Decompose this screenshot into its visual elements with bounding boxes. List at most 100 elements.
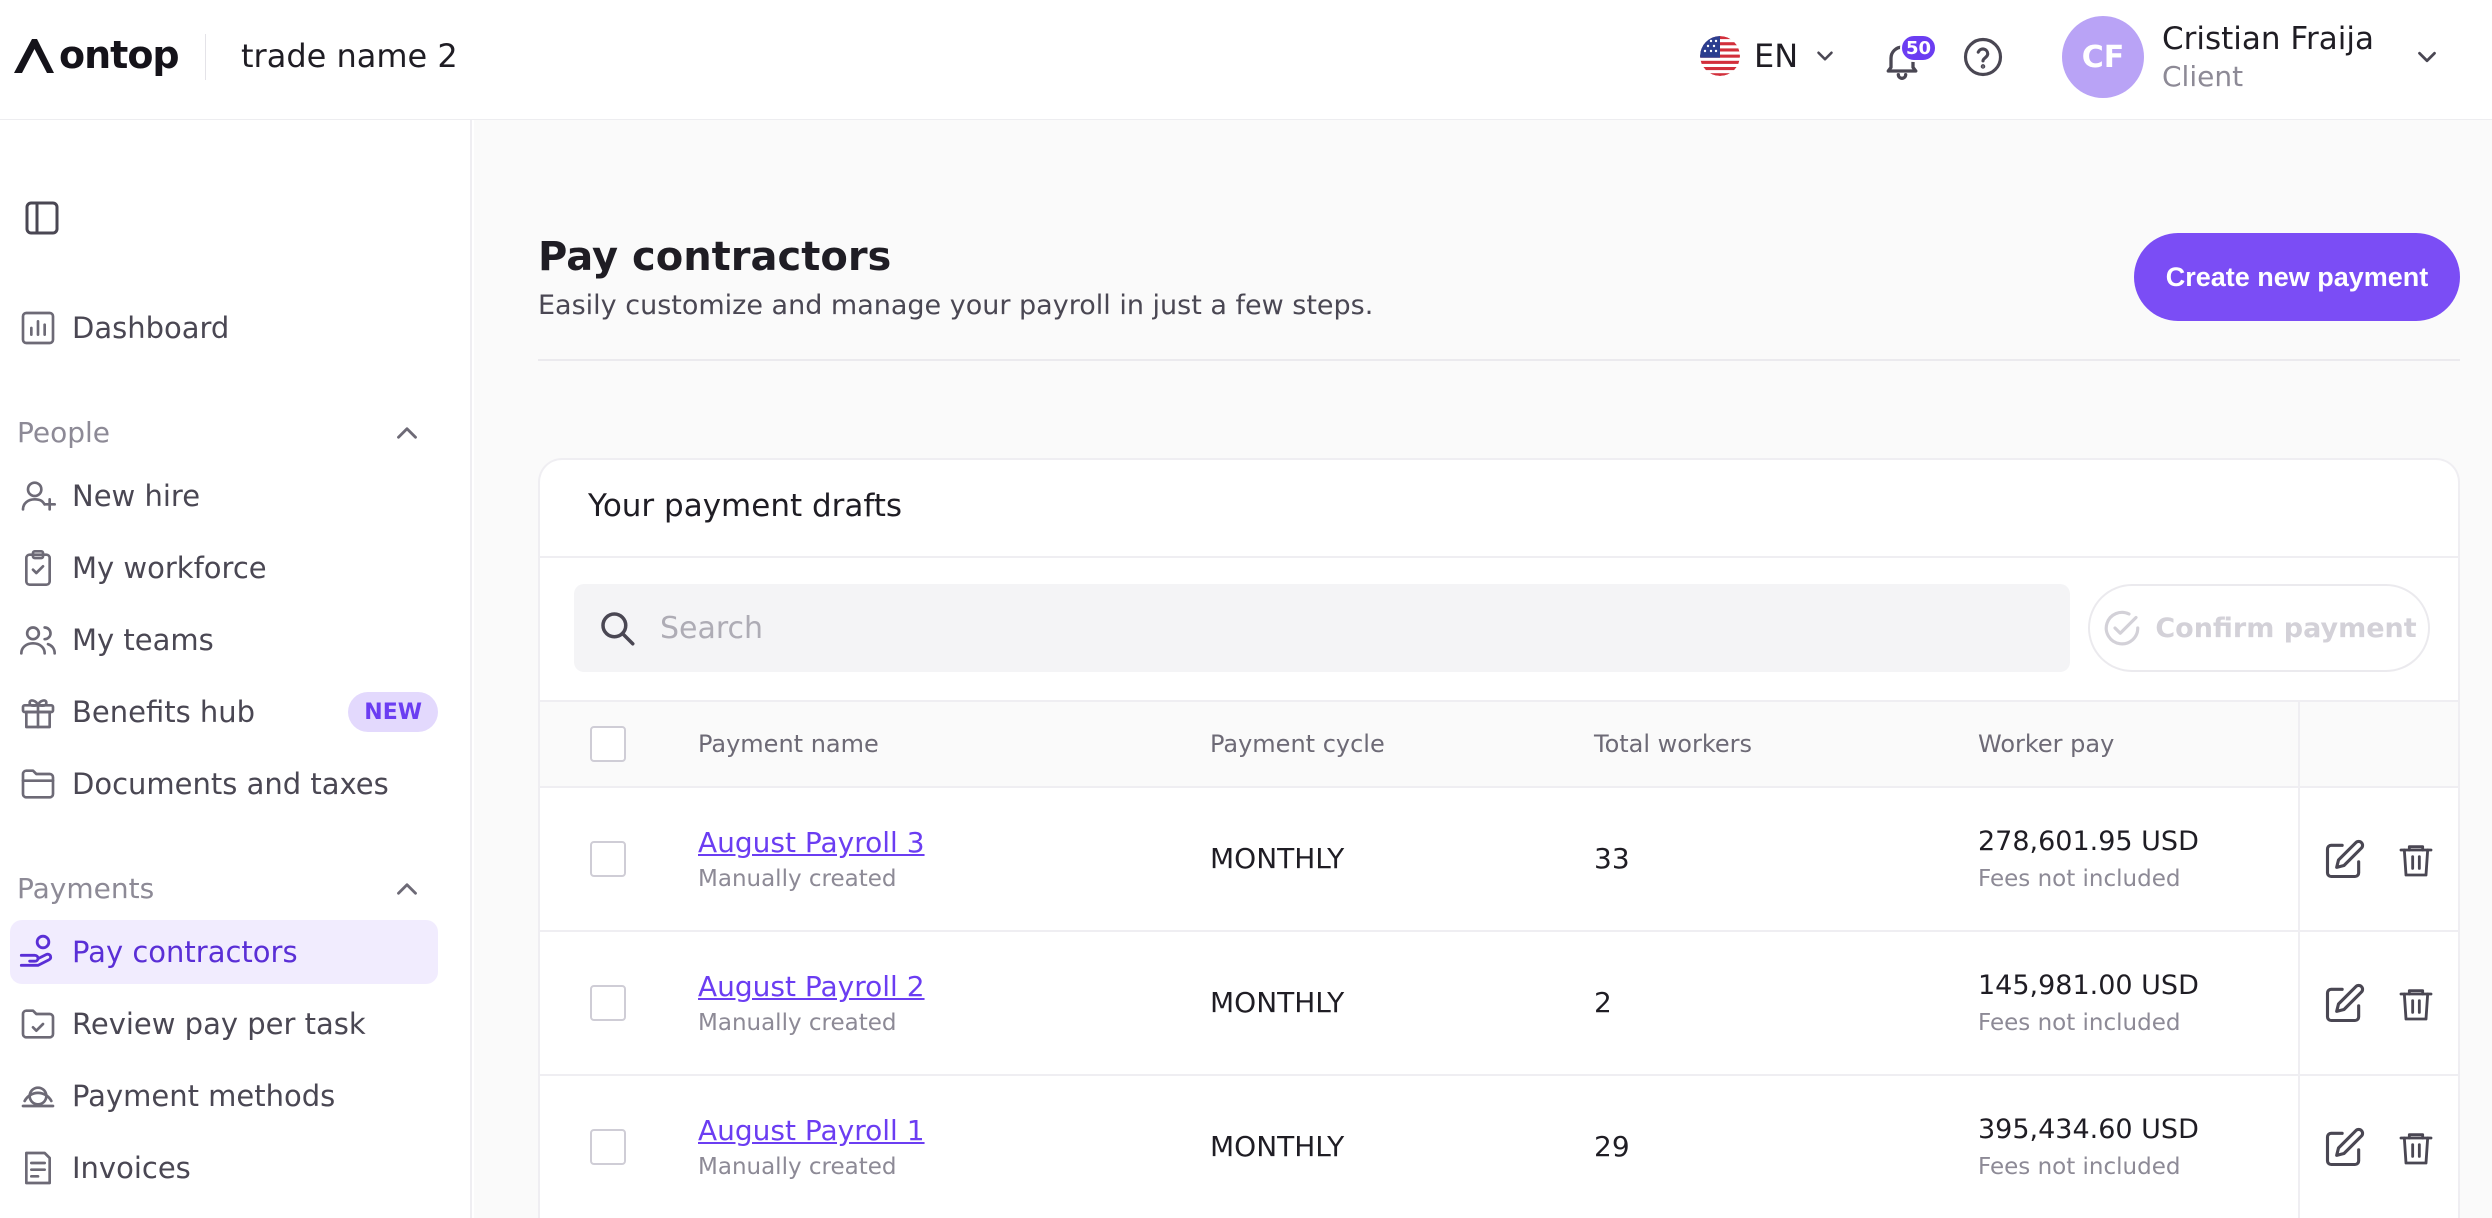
payment-source: Manually created bbox=[698, 1154, 897, 1180]
help-icon[interactable] bbox=[1962, 36, 2004, 78]
sidebar-item-label: Invoices bbox=[72, 1151, 191, 1185]
select-all-checkbox[interactable] bbox=[590, 726, 626, 762]
table-header: Payment name Payment cycle Total workers… bbox=[540, 700, 2458, 788]
user-name: Cristian Fraija bbox=[2162, 21, 2374, 57]
sidebar-item-benefits-hub[interactable]: Benefits hub NEW bbox=[10, 680, 438, 744]
top-header: ontop trade name 2 EN 50 CF Cristian Fra… bbox=[0, 0, 2492, 120]
sidebar-item-invoices[interactable]: Invoices bbox=[10, 1136, 438, 1200]
fees-note: Fees not included bbox=[1978, 866, 2181, 892]
us-flag-icon bbox=[1700, 36, 1740, 76]
search-box[interactable] bbox=[574, 584, 2070, 672]
divider bbox=[540, 556, 2458, 558]
column-divider bbox=[2298, 702, 2300, 786]
column-header-payment-cycle[interactable]: Payment cycle bbox=[1210, 730, 1385, 758]
column-divider bbox=[2298, 788, 2300, 930]
avatar: CF bbox=[2062, 16, 2144, 98]
confirm-payment-button[interactable]: Confirm payment bbox=[2088, 584, 2430, 672]
sidebar-item-label: Review pay per task bbox=[72, 1007, 366, 1041]
page-subtitle: Easily customize and manage your payroll… bbox=[538, 290, 1374, 321]
total-workers: 29 bbox=[1594, 1130, 1630, 1163]
sidebar: Dashboard People New hire My workforce M… bbox=[0, 120, 472, 1218]
sidebar-item-dashboard[interactable]: Dashboard bbox=[10, 296, 438, 360]
sidebar-item-label: My workforce bbox=[72, 551, 267, 585]
ontop-logo-mark-icon bbox=[14, 39, 54, 73]
column-divider bbox=[2298, 1076, 2300, 1218]
notification-count-badge: 50 bbox=[1900, 34, 1938, 62]
worker-pay-amount: 145,981.00 USD bbox=[1978, 970, 2199, 1001]
payment-source: Manually created bbox=[698, 866, 897, 892]
sidebar-item-pay-contractors[interactable]: Pay contractors bbox=[10, 920, 438, 984]
edit-icon[interactable] bbox=[2322, 1126, 2366, 1170]
section-title-people: People bbox=[17, 416, 111, 449]
table-row: August Payroll 3 Manually created MONTHL… bbox=[540, 788, 2458, 932]
invoice-icon bbox=[25, 1151, 52, 1185]
trash-icon[interactable] bbox=[2396, 1126, 2436, 1170]
clipboard-check-icon bbox=[25, 550, 51, 586]
sidebar-item-review-pay-per-task[interactable]: Review pay per task bbox=[10, 992, 438, 1056]
main-content: Pay contractors Easily customize and man… bbox=[474, 120, 2492, 1218]
trash-icon[interactable] bbox=[2396, 982, 2436, 1026]
sidebar-item-payment-methods[interactable]: Payment methods bbox=[10, 1064, 438, 1128]
language-selector[interactable]: EN bbox=[1700, 34, 1838, 78]
sidebar-collapse-icon[interactable] bbox=[22, 198, 62, 238]
column-divider bbox=[2298, 932, 2300, 1074]
sidebar-item-label: Dashboard bbox=[72, 311, 230, 345]
payment-cycle: MONTHLY bbox=[1210, 842, 1345, 875]
sidebar-item-label: Documents and taxes bbox=[72, 767, 389, 801]
user-info: Cristian Fraija Client bbox=[2162, 19, 2374, 95]
gift-icon bbox=[21, 699, 55, 729]
user-menu[interactable]: CF Cristian Fraija Client bbox=[2062, 14, 2442, 100]
folder-check-icon bbox=[21, 1009, 55, 1039]
trade-name: trade name 2 bbox=[241, 37, 458, 75]
row-checkbox[interactable] bbox=[590, 985, 626, 1021]
logo-text: ontop bbox=[59, 33, 180, 77]
search-icon bbox=[601, 612, 635, 646]
sidebar-item-documents-and-taxes[interactable]: Documents and taxes bbox=[10, 752, 438, 816]
create-new-payment-button[interactable]: Create new payment bbox=[2134, 233, 2460, 321]
payment-name-link[interactable]: August Payroll 3 bbox=[698, 826, 925, 859]
sidebar-item-label: Pay contractors bbox=[72, 935, 298, 969]
user-role: Client bbox=[2162, 60, 2244, 93]
chevron-down-icon bbox=[2418, 51, 2436, 63]
payment-methods-icon bbox=[21, 1086, 55, 1108]
payment-cycle: MONTHLY bbox=[1210, 986, 1345, 1019]
language-code: EN bbox=[1754, 37, 1799, 75]
confirm-payment-label: Confirm payment bbox=[2155, 612, 2417, 644]
sidebar-item-label: New hire bbox=[72, 479, 201, 513]
worker-pay-amount: 395,434.60 USD bbox=[1978, 1114, 2199, 1145]
row-checkbox[interactable] bbox=[590, 841, 626, 877]
fees-note: Fees not included bbox=[1978, 1010, 2181, 1036]
sidebar-item-new-hire[interactable]: New hire bbox=[10, 464, 438, 528]
total-workers: 33 bbox=[1594, 842, 1630, 875]
notifications-button[interactable]: 50 bbox=[1880, 34, 1938, 80]
folder-icon bbox=[21, 769, 55, 799]
edit-icon[interactable] bbox=[2322, 838, 2366, 882]
page-title: Pay contractors bbox=[538, 234, 892, 280]
header-divider bbox=[205, 34, 206, 80]
column-header-total-workers[interactable]: Total workers bbox=[1594, 730, 1752, 758]
search-input[interactable] bbox=[660, 610, 2040, 646]
column-header-payment-name[interactable]: Payment name bbox=[698, 730, 879, 758]
section-title-payments: Payments bbox=[17, 872, 155, 905]
trash-icon[interactable] bbox=[2396, 838, 2436, 882]
hand-coins-icon bbox=[19, 934, 53, 967]
payment-name-link[interactable]: August Payroll 2 bbox=[698, 970, 925, 1003]
payment-drafts-card: Your payment drafts Confirm payment Paym… bbox=[538, 458, 2460, 1218]
sidebar-item-label: My teams bbox=[72, 623, 214, 657]
chevron-down-icon bbox=[1817, 51, 1833, 61]
row-checkbox[interactable] bbox=[590, 1129, 626, 1165]
divider bbox=[538, 359, 2460, 361]
chevron-up-icon[interactable] bbox=[390, 872, 424, 906]
sidebar-item-my-workforce[interactable]: My workforce bbox=[10, 536, 438, 600]
payment-source: Manually created bbox=[698, 1010, 897, 1036]
card-title: Your payment drafts bbox=[588, 488, 903, 524]
column-header-worker-pay[interactable]: Worker pay bbox=[1978, 730, 2114, 758]
ontop-logo[interactable]: ontop bbox=[12, 28, 180, 82]
payment-name-link[interactable]: August Payroll 1 bbox=[698, 1114, 925, 1147]
payment-cycle: MONTHLY bbox=[1210, 1130, 1345, 1163]
edit-icon[interactable] bbox=[2322, 982, 2366, 1026]
sidebar-item-label: Benefits hub bbox=[72, 695, 256, 729]
total-workers: 2 bbox=[1594, 986, 1612, 1019]
sidebar-item-my-teams[interactable]: My teams bbox=[10, 608, 438, 672]
chevron-up-icon[interactable] bbox=[390, 416, 424, 450]
